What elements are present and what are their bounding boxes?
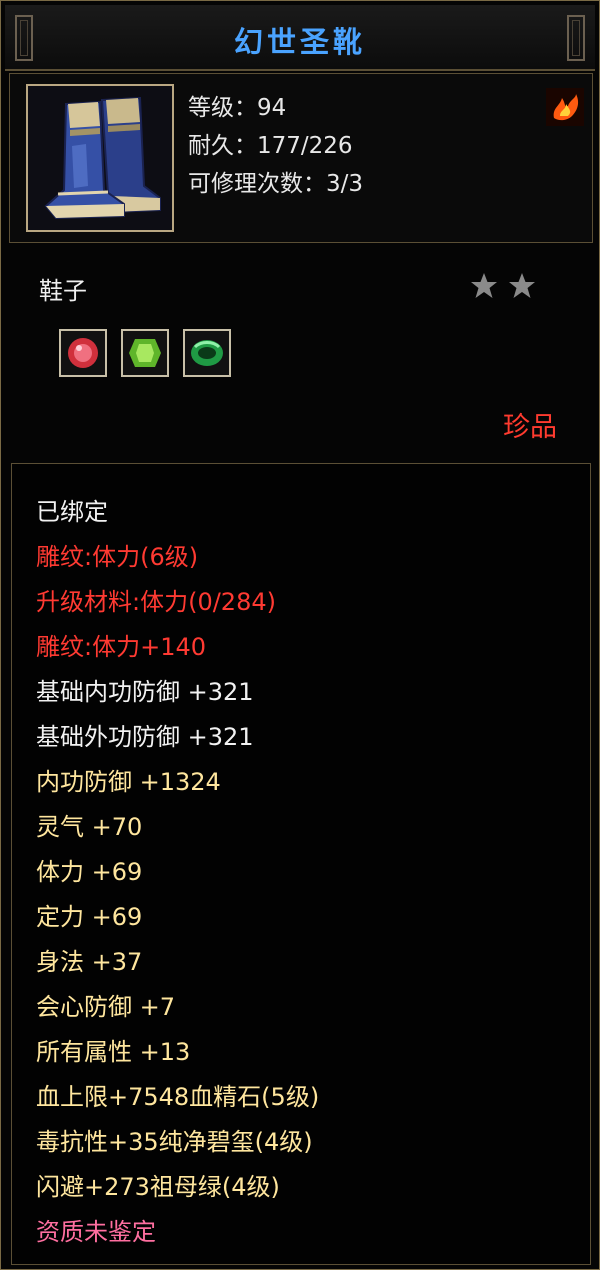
gem-socket-blood-stone[interactable] <box>59 329 107 377</box>
tourmaline-gem-icon <box>129 339 161 367</box>
attribute-line: 体力 +69 <box>36 858 143 886</box>
attribute-line: 血上限+7548血精石(5级) <box>36 1083 320 1111</box>
item-durability: 耐久：177/226 <box>188 133 353 159</box>
item-header-panel: 等级：94 耐久：177/226 可修理次数：3/3 <box>9 73 593 243</box>
item-tooltip: 幻世圣靴 等级：94 耐久：177/226 可修理次数：3/3 鞋子 珍品 已绑… <box>0 0 600 1270</box>
attribute-line: 所有属性 +13 <box>36 1038 191 1066</box>
star-icon <box>471 273 497 298</box>
attribute-line: 雕纹:体力+140 <box>36 633 207 661</box>
title-bar: 幻世圣靴 <box>5 5 595 71</box>
attribute-line: 身法 +37 <box>36 948 143 976</box>
item-type: 鞋子 <box>39 277 87 305</box>
item-summary: 鞋子 珍品 <box>9 245 591 459</box>
gem-socket-tourmaline[interactable] <box>121 329 169 377</box>
boots-icon <box>28 86 172 230</box>
attribute-line: 毒抗性+35纯净碧玺(4级) <box>36 1128 313 1156</box>
attribute-line: 定力 +69 <box>36 903 143 931</box>
item-rarity: 珍品 <box>503 412 557 443</box>
attribute-line: 资质未鉴定 <box>36 1218 156 1246</box>
attribute-line: 会心防御 +7 <box>36 993 176 1021</box>
attribute-line: 升级材料:体力(0/284) <box>36 588 276 616</box>
fire-element-icon <box>546 88 584 126</box>
item-name: 幻世圣靴 <box>233 25 366 59</box>
emerald-gem-icon <box>191 340 223 366</box>
item-icon-slot[interactable] <box>26 84 174 232</box>
attribute-line: 雕纹:体力(6级) <box>36 543 199 571</box>
attribute-line: 基础外功防御 +321 <box>36 723 254 751</box>
attribute-line: 已绑定 <box>36 498 108 526</box>
blood-stone-gem-icon <box>68 338 98 368</box>
item-repair-count: 可修理次数：3/3 <box>188 171 364 197</box>
gem-socket-emerald[interactable] <box>183 329 231 377</box>
attributes-panel: 已绑定雕纹:体力(6级) 升级材料:体力(0/284) 雕纹:体力+140 基础内功防… <box>11 463 591 1265</box>
attribute-line: 灵气 +70 <box>36 813 143 841</box>
attribute-line: 闪避+273祖母绿(4级) <box>36 1173 280 1201</box>
attribute-line: 基础内功防御 +321 <box>36 678 254 706</box>
attribute-line: 内功防御 +1324 <box>36 768 221 796</box>
star-icon <box>509 273 535 298</box>
item-level: 等级：94 <box>188 95 287 121</box>
frame-ornament-right <box>567 15 585 61</box>
